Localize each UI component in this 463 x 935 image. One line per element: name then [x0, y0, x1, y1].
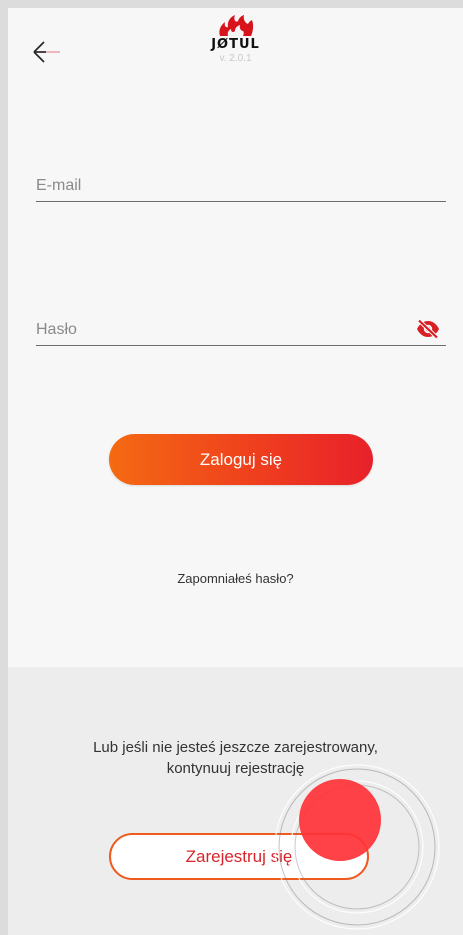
register-hint: Lub jeśli nie jesteś jeszcze zarejestrow… [8, 737, 463, 779]
password-visibility-toggle[interactable] [416, 319, 440, 339]
login-screen: JØTUL v. 2.0.1 Zaloguj się Zapomniałeś h… [8, 8, 463, 935]
register-panel: Lub jeśli nie jesteś jeszcze zarejestrow… [8, 667, 463, 935]
back-button[interactable] [30, 34, 66, 70]
back-arrow-icon [33, 41, 60, 63]
app-version: v. 2.0.1 [219, 53, 252, 64]
register-hint-line1: Lub jeśli nie jesteś jeszcze zarejestrow… [93, 739, 378, 756]
eye-off-icon [417, 319, 439, 339]
forgot-password-link[interactable]: Zapomniałeś hasło? [8, 571, 463, 586]
register-hint-line2: kontynuuj rejestrację [166, 760, 305, 777]
login-button[interactable]: Zaloguj się [109, 434, 373, 485]
register-button[interactable]: Zarejestruj się [109, 833, 369, 880]
brand-logo: JØTUL v. 2.0.1 [176, 14, 296, 64]
logo-wordmark: JØTUL [211, 37, 260, 52]
email-input[interactable] [36, 177, 396, 195]
flame-logo-icon [218, 15, 253, 36]
email-field[interactable] [36, 165, 446, 202]
password-input[interactable] [36, 321, 396, 339]
password-field[interactable] [36, 309, 446, 346]
